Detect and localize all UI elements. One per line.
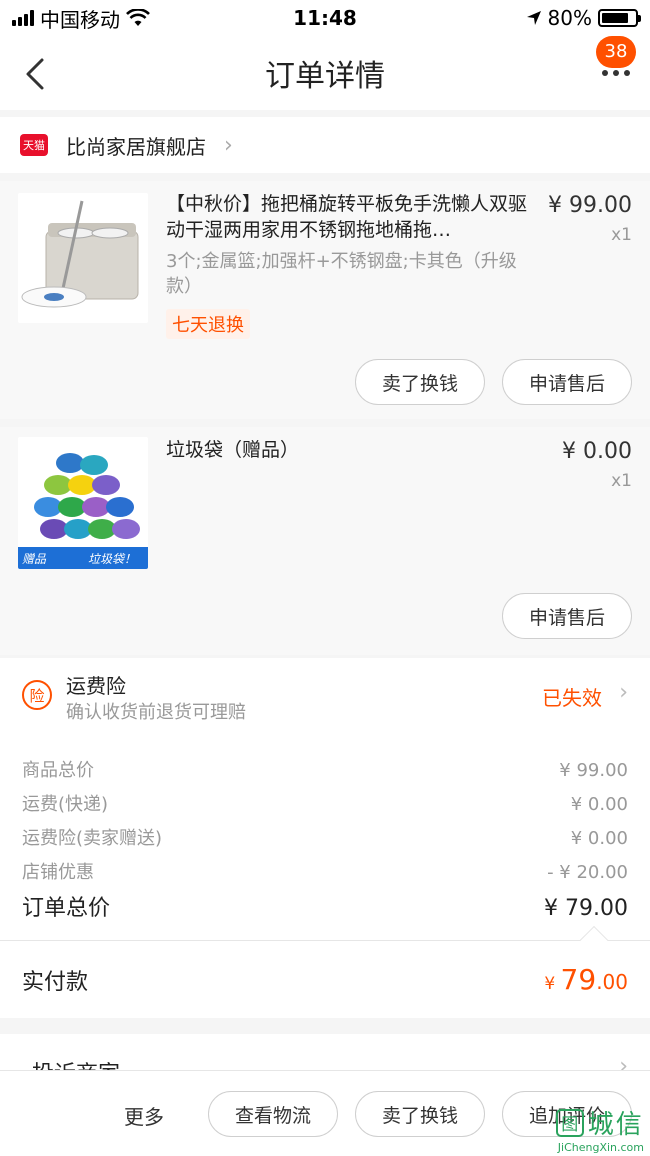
order-total-value: ¥ 79.00	[544, 896, 628, 921]
wifi-icon	[126, 9, 150, 26]
insurance-subtitle: 确认收货前退货可理赔	[66, 702, 246, 723]
complaint-row[interactable]: 投诉商家 ›	[0, 1034, 650, 1074]
signal-icon	[12, 10, 34, 26]
after-sales-button[interactable]: 申请售后	[502, 593, 632, 639]
more-button[interactable]: 更多	[124, 1101, 164, 1130]
watermark-top: 图 城信	[555, 1104, 644, 1141]
paid-amount: ¥ 79.00	[544, 963, 628, 996]
watermark: 图 城信 JiChengXin.com	[555, 1104, 644, 1154]
summary-label: 店铺优惠	[22, 862, 94, 883]
summary-value: ¥ 0.00	[570, 828, 628, 849]
currency-symbol: ¥	[544, 974, 556, 994]
message-count-badge: 38	[596, 36, 636, 68]
order-total-label: 订单总价	[22, 896, 111, 921]
battery-icon	[598, 9, 641, 27]
more-icon[interactable]	[602, 70, 630, 76]
store-row[interactable]: 天猫 比尚家居旗舰店 ›	[0, 117, 650, 173]
page-title: 订单详情	[265, 59, 385, 94]
carrier-label: 中国移动	[40, 7, 120, 32]
summary-value: ¥ 99.00	[559, 760, 628, 781]
item-title: 【中秋价】拖把桶旋转平板免手洗懒人双驱动干湿两用家用不锈钢拖地桶拖…	[166, 193, 528, 241]
summary-row: 店铺优惠 - ¥ 20.00	[22, 856, 628, 890]
summary-value: ¥ 0.00	[570, 794, 628, 815]
thumb-caption-gift: 赠品	[22, 552, 47, 566]
status-bar: 中国移动 11:48 80%	[0, 0, 650, 36]
item-price: ¥ 99.00	[548, 193, 632, 218]
location-icon	[526, 11, 541, 25]
order-item[interactable]: 赠品 垃圾袋！ 垃圾袋（赠品） ¥ 0.00 x1 申请售后	[0, 427, 650, 655]
item-title: 垃圾袋（赠品）	[166, 439, 300, 461]
summary-label: 运费(快递)	[22, 794, 109, 815]
chevron-right-icon: ›	[619, 680, 628, 705]
sell-for-cash-button[interactable]: 卖了换钱	[355, 1091, 485, 1137]
summary-row: 运费险(卖家赠送) ¥ 0.00	[22, 822, 628, 856]
tmall-icon: 天猫	[20, 134, 48, 156]
insurance-title: 运费险	[66, 674, 126, 698]
summary-label: 商品总价	[22, 760, 94, 781]
item-sku: 3个;金属篮;加强杆+不锈钢盘;卡其色（升级款）	[166, 251, 517, 297]
item-price: ¥ 0.00	[562, 439, 632, 464]
chevron-right-icon: ›	[224, 132, 233, 158]
status-left: 中国移动	[12, 4, 150, 33]
order-total-row: 订单总价 ¥ 79.00	[22, 890, 628, 928]
status-right: 80%	[526, 6, 641, 30]
garbage-bag-image: 赠品 垃圾袋！	[18, 437, 148, 569]
bottom-action-bar: 更多 查看物流 卖了换钱 追加评价	[0, 1070, 650, 1156]
summary-label: 运费险(卖家赠送)	[22, 828, 163, 849]
thumb-caption-bag: 垃圾袋！	[88, 552, 136, 566]
nav-bar: 订单详情 38	[0, 36, 650, 110]
watermark-url: JiChengXin.com	[557, 1141, 644, 1154]
paid-decimal: .00	[596, 970, 628, 994]
after-sales-button[interactable]: 申请售后	[502, 359, 632, 405]
paid-amount-row: 实付款 ¥ 79.00	[0, 925, 650, 1018]
price-summary: 商品总价 ¥ 99.00 运费(快递) ¥ 0.00 运费险(卖家赠送) ¥ 0…	[0, 734, 650, 940]
paid-integer: 79	[560, 963, 597, 996]
shipping-insurance-row[interactable]: 险 运费险 确认收货前退货可理赔 已失效 ›	[0, 658, 650, 734]
insurance-icon: 险	[22, 680, 52, 710]
return-policy-tag: 七天退换	[166, 309, 250, 339]
watermark-text: 城信	[587, 1110, 644, 1140]
summary-row: 商品总价 ¥ 99.00	[22, 754, 628, 788]
battery-fill	[602, 13, 628, 23]
item-quantity: x1	[611, 471, 632, 491]
mop-bucket-image	[18, 193, 148, 323]
watermark-logo-icon: 图	[555, 1108, 584, 1137]
view-logistics-button[interactable]: 查看物流	[208, 1091, 338, 1137]
order-item[interactable]: 【中秋价】拖把桶旋转平板免手洗懒人双驱动干湿两用家用不锈钢拖地桶拖… 3个;金属…	[0, 181, 650, 419]
insurance-status: 已失效	[542, 686, 602, 710]
summary-row: 运费(快递) ¥ 0.00	[22, 788, 628, 822]
summary-value: - ¥ 20.00	[547, 862, 628, 883]
battery-percent: 80%	[547, 6, 592, 30]
store-name: 比尚家居旗舰店	[66, 134, 206, 159]
item-quantity: x1	[611, 225, 632, 245]
sell-for-cash-button[interactable]: 卖了换钱	[355, 359, 485, 405]
back-icon[interactable]	[20, 56, 52, 92]
paid-label: 实付款	[22, 969, 89, 995]
